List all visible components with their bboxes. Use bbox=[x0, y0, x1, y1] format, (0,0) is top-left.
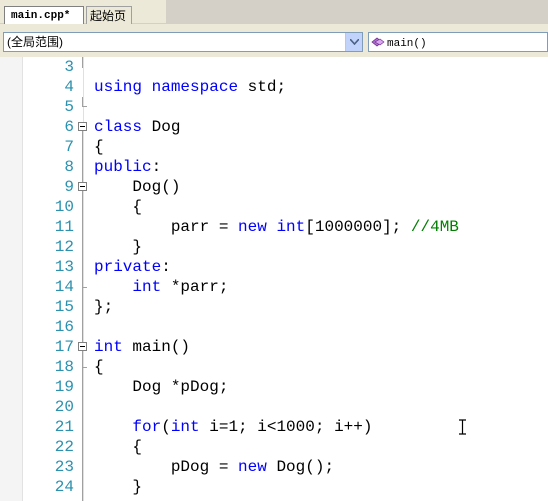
function-icon bbox=[371, 37, 385, 47]
outline-line bbox=[82, 97, 83, 107]
line-number: 17 bbox=[54, 338, 74, 356]
line-number: 14 bbox=[54, 278, 74, 296]
code-line[interactable]: for(int i=1; i<1000; i++) bbox=[94, 417, 372, 437]
line-number: 10 bbox=[54, 198, 74, 216]
document-tab-strip: main.cpp* 起始页 bbox=[0, 0, 548, 25]
line-number: 23 bbox=[54, 458, 74, 476]
line-number: 6 bbox=[64, 118, 74, 136]
outline-line bbox=[82, 131, 83, 367]
tab-start-page[interactable]: 起始页 bbox=[86, 6, 132, 24]
code-line[interactable]: parr = new int[1000000]; //4MB bbox=[94, 217, 459, 237]
line-number: 7 bbox=[64, 138, 74, 156]
code-line[interactable]: }; bbox=[94, 297, 113, 317]
code-line[interactable]: Dog() bbox=[94, 177, 180, 197]
line-number: 20 bbox=[54, 398, 74, 416]
chevron-down-icon bbox=[350, 39, 359, 45]
code-line[interactable]: { bbox=[94, 437, 142, 457]
code-line[interactable]: int *parr; bbox=[94, 277, 228, 297]
line-number: 9 bbox=[64, 178, 74, 196]
line-number: 22 bbox=[54, 438, 74, 456]
member-dropdown-value: main() bbox=[387, 38, 427, 50]
line-number: 3 bbox=[64, 58, 74, 76]
code-line[interactable]: class Dog bbox=[94, 117, 180, 137]
code-line[interactable]: pDog = new Dog(); bbox=[94, 457, 334, 477]
line-number: 18 bbox=[54, 358, 74, 376]
code-line[interactable]: public: bbox=[94, 157, 161, 177]
line-number: 19 bbox=[54, 378, 74, 396]
scope-dropdown[interactable]: (全局范围) bbox=[3, 32, 363, 52]
tab-main-cpp[interactable]: main.cpp* bbox=[4, 6, 84, 24]
code-line[interactable]: using namespace std; bbox=[94, 77, 286, 97]
scope-dropdown-button[interactable] bbox=[345, 33, 362, 51]
code-line[interactable]: Dog *pDog; bbox=[94, 377, 228, 397]
outline-line bbox=[82, 57, 83, 68]
collapse-constructor-icon[interactable] bbox=[78, 182, 87, 191]
outline-line bbox=[82, 351, 83, 501]
code-line[interactable]: } bbox=[94, 477, 142, 497]
code-line[interactable]: private: bbox=[94, 257, 171, 277]
line-number: 5 bbox=[64, 98, 74, 116]
line-number: 21 bbox=[54, 418, 74, 436]
ibeam-cursor-icon bbox=[459, 419, 466, 435]
code-line[interactable]: { bbox=[94, 137, 104, 157]
collapse-main-icon[interactable] bbox=[78, 342, 87, 351]
line-number: 24 bbox=[54, 478, 74, 496]
code-editor[interactable]: 3 4 5 6 7 8 9 10 11 12 13 14 15 16 17 18… bbox=[0, 57, 548, 501]
line-number: 11 bbox=[54, 218, 74, 236]
code-line[interactable]: } bbox=[94, 237, 142, 257]
line-number: 16 bbox=[54, 318, 74, 336]
member-dropdown[interactable]: main() bbox=[368, 32, 548, 52]
line-number: 8 bbox=[64, 158, 74, 176]
navigation-bar: (全局范围) main() bbox=[0, 24, 548, 57]
code-line[interactable]: { bbox=[94, 357, 104, 377]
line-number: 15 bbox=[54, 298, 74, 316]
indicator-margin bbox=[0, 57, 23, 501]
code-line[interactable]: { bbox=[94, 197, 142, 217]
line-number: 12 bbox=[54, 238, 74, 256]
outline-end-marker bbox=[82, 287, 87, 288]
code-line[interactable]: int main() bbox=[94, 337, 190, 357]
line-number: 13 bbox=[54, 258, 74, 276]
collapse-class-icon[interactable] bbox=[78, 122, 87, 131]
line-number: 4 bbox=[64, 78, 74, 96]
scope-dropdown-value: (全局范围) bbox=[7, 35, 63, 49]
